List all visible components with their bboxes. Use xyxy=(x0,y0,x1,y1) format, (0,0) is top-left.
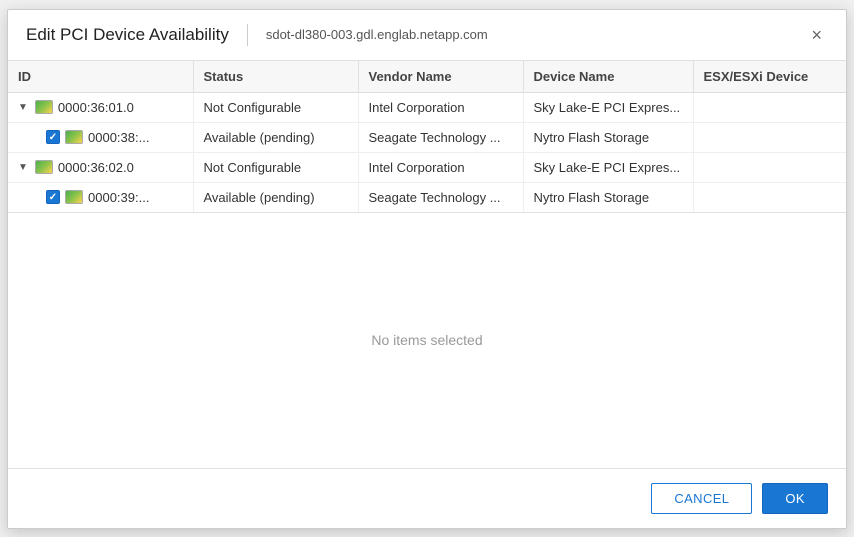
dialog-footer: CANCEL OK xyxy=(8,468,846,528)
edit-pci-dialog: Edit PCI Device Availability sdot-dl380-… xyxy=(7,9,847,529)
id-label: 0000:36:02.0 xyxy=(58,160,134,175)
vendor-cell: Intel Corporation xyxy=(358,92,523,122)
close-button[interactable]: × xyxy=(805,24,828,46)
id-label: 0000:38:... xyxy=(88,130,149,145)
row-checkbox[interactable] xyxy=(46,130,60,144)
dialog-header: Edit PCI Device Availability sdot-dl380-… xyxy=(8,10,846,61)
empty-area: No items selected xyxy=(8,213,846,468)
vendor-cell: Seagate Technology ... xyxy=(358,182,523,212)
pci-table: ID Status Vendor Name Device Name ESX/ES… xyxy=(8,61,846,212)
ok-button[interactable]: OK xyxy=(762,483,828,514)
esx-cell xyxy=(693,152,846,182)
id-label: 0000:39:... xyxy=(88,190,149,205)
device-cell: Nytro Flash Storage xyxy=(523,122,693,152)
dialog-title: Edit PCI Device Availability xyxy=(26,25,229,45)
col-header-id: ID xyxy=(8,61,193,93)
pci-icon xyxy=(65,190,83,204)
esx-cell xyxy=(693,92,846,122)
dialog-subtitle: sdot-dl380-003.gdl.englab.netapp.com xyxy=(266,27,806,42)
pci-icon xyxy=(35,100,53,114)
tree-arrow-icon: ▼ xyxy=(18,102,28,113)
no-items-text: No items selected xyxy=(371,332,482,348)
parent-id-cell[interactable]: ▼ 0000:36:01.0 xyxy=(8,92,193,122)
header-divider xyxy=(247,24,248,46)
vendor-cell: Seagate Technology ... xyxy=(358,122,523,152)
table-header-row: ID Status Vendor Name Device Name ESX/ES… xyxy=(8,61,846,93)
pci-icon xyxy=(35,160,53,174)
status-cell: Available (pending) xyxy=(193,122,358,152)
table-row: ▼ 0000:36:02.0 Not ConfigurableIntel Cor… xyxy=(8,152,846,182)
tree-arrow-icon: ▼ xyxy=(18,162,28,173)
row-checkbox[interactable] xyxy=(46,190,60,204)
table-container: ID Status Vendor Name Device Name ESX/ES… xyxy=(8,61,846,213)
table-row: ▼ 0000:36:01.0 Not ConfigurableIntel Cor… xyxy=(8,92,846,122)
table-row[interactable]: 0000:38:... Available (pending)Seagate T… xyxy=(8,122,846,152)
col-header-vendor: Vendor Name xyxy=(358,61,523,93)
col-header-device: Device Name xyxy=(523,61,693,93)
col-header-status: Status xyxy=(193,61,358,93)
cancel-button[interactable]: CANCEL xyxy=(651,483,752,514)
esx-cell xyxy=(693,122,846,152)
table-row[interactable]: 0000:39:... Available (pending)Seagate T… xyxy=(8,182,846,212)
parent-id-cell[interactable]: ▼ 0000:36:02.0 xyxy=(8,152,193,182)
vendor-cell: Intel Corporation xyxy=(358,152,523,182)
device-cell: Nytro Flash Storage xyxy=(523,182,693,212)
id-label: 0000:36:01.0 xyxy=(58,100,134,115)
device-cell: Sky Lake-E PCI Expres... xyxy=(523,152,693,182)
dialog-body: ID Status Vendor Name Device Name ESX/ES… xyxy=(8,61,846,468)
esx-cell xyxy=(693,182,846,212)
status-cell: Not Configurable xyxy=(193,92,358,122)
child-id-cell[interactable]: 0000:39:... xyxy=(8,182,193,212)
pci-icon xyxy=(65,130,83,144)
status-cell: Not Configurable xyxy=(193,152,358,182)
child-id-cell[interactable]: 0000:38:... xyxy=(8,122,193,152)
device-cell: Sky Lake-E PCI Expres... xyxy=(523,92,693,122)
status-cell: Available (pending) xyxy=(193,182,358,212)
col-header-esx: ESX/ESXi Device xyxy=(693,61,846,93)
